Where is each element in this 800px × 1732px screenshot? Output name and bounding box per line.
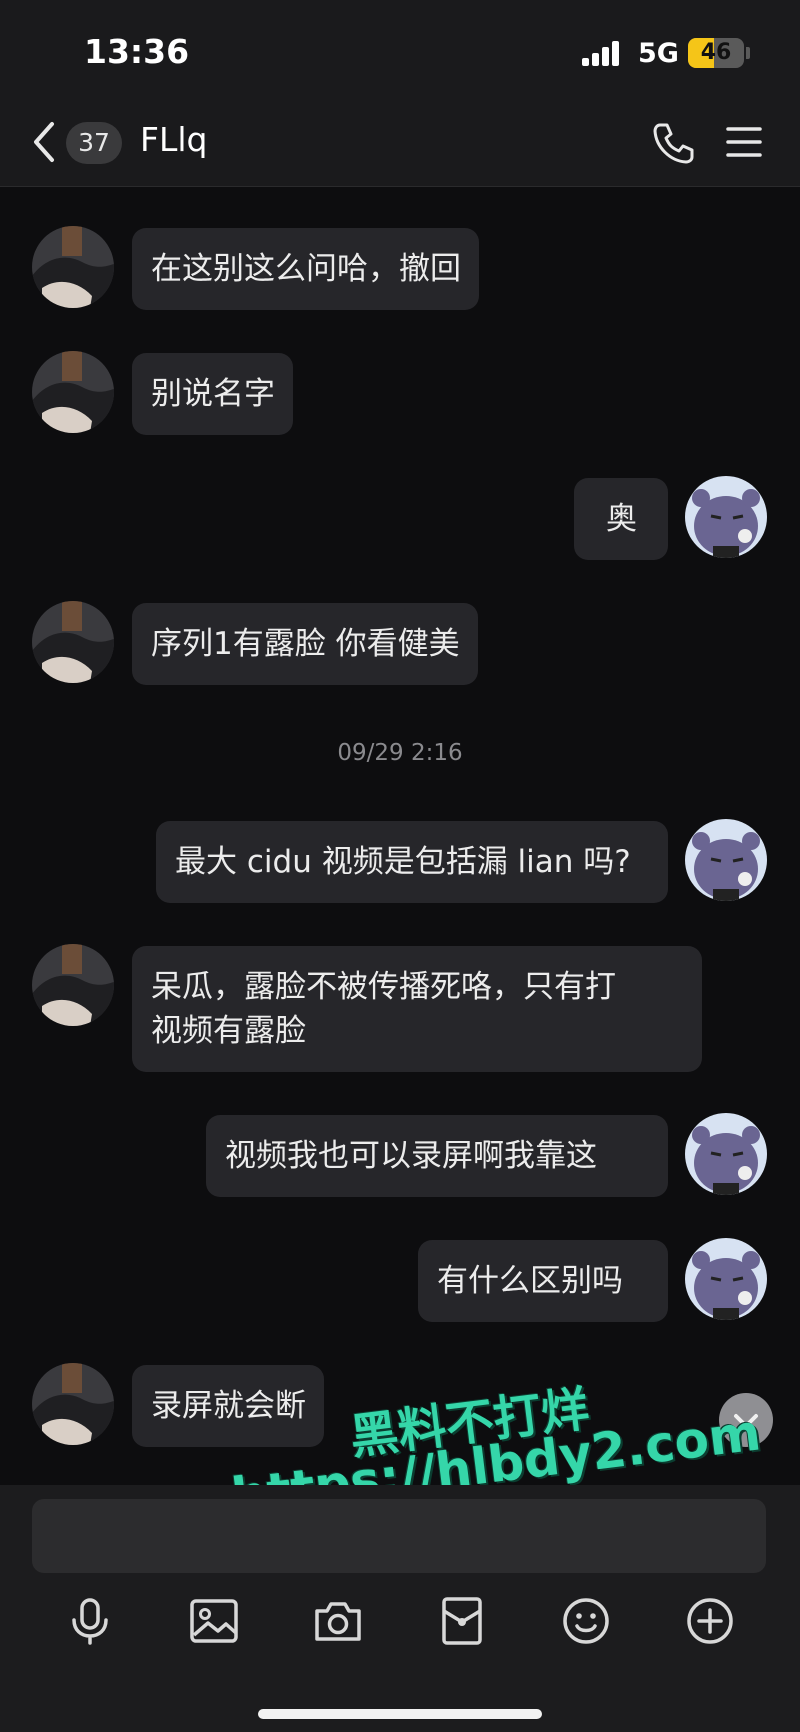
contact-name[interactable]: FLlq [140,120,207,159]
status-time: 13:36 [84,32,190,71]
message-timestamp: 09/29 2:16 [337,740,463,766]
cellular-signal-icon [582,40,626,66]
contact-avatar[interactable] [32,226,114,308]
message-line: 呆瓜，露脸不被传播死咯，只有打 [151,969,616,1005]
message-bubble[interactable]: 序列1有露脸 你看健美 [132,603,478,685]
message-bubble[interactable]: 别说名字 [132,353,293,435]
message-bubble[interactable]: 在这别这么问哈，撤回 [132,228,479,310]
contact-avatar[interactable] [32,351,114,433]
message-input[interactable] [32,1499,766,1573]
input-panel [0,1485,800,1732]
microphone-icon[interactable] [64,1595,116,1647]
message-bubble[interactable]: 奥 [574,478,668,560]
message-bubble[interactable]: 录屏就会断 [132,1365,324,1447]
message-bubble[interactable]: 最大 cidu 视频是包括漏 lian 吗? [156,821,668,903]
menu-icon[interactable] [726,124,762,160]
camera-icon[interactable] [312,1595,364,1647]
network-type: 5G [638,38,679,69]
my-avatar[interactable] [685,476,767,558]
message-list[interactable]: 在这别这么问哈，撤回 别说名字 奥 序列1有露脸 你看健美 09/29 2:16… [0,187,800,1485]
message-bubble[interactable]: 呆瓜，露脸不被传播死咯，只有打 视频有露脸 [132,946,702,1072]
battery-tip [746,47,750,59]
image-icon[interactable] [188,1595,240,1647]
back-icon[interactable] [30,120,60,164]
message-line: 视频有露脸 [151,1013,306,1049]
status-bar: 13:36 5G 46 [0,0,800,100]
my-avatar[interactable] [685,1113,767,1195]
contact-avatar[interactable] [32,601,114,683]
message-bubble[interactable]: 视频我也可以录屏啊我靠这 [206,1115,668,1197]
red-packet-icon[interactable] [436,1595,488,1647]
chat-header: 37 FLlq [0,100,800,187]
battery-level: 46 [700,40,732,65]
my-avatar[interactable] [685,1238,767,1320]
my-avatar[interactable] [685,819,767,901]
battery-icon: 46 [688,38,744,68]
message-bubble[interactable]: 有什么区别吗 [418,1240,668,1322]
unread-count-badge[interactable]: 37 [66,122,122,164]
plus-icon[interactable] [684,1595,736,1647]
phone-icon[interactable] [650,120,696,166]
contact-avatar[interactable] [32,944,114,1026]
emoji-icon[interactable] [560,1595,612,1647]
home-indicator[interactable] [258,1709,542,1719]
contact-avatar[interactable] [32,1363,114,1445]
